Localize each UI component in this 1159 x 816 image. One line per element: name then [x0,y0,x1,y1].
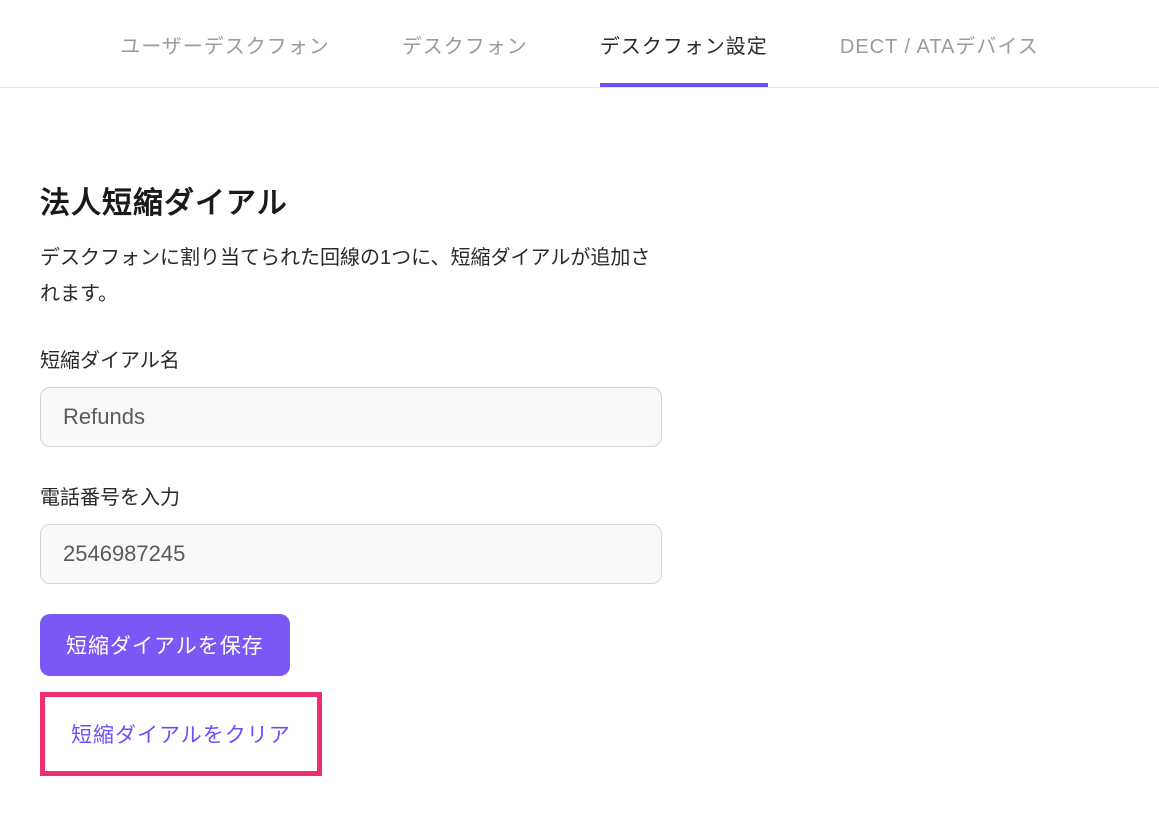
phone-number-input[interactable] [40,524,662,584]
section-description: デスクフォンに割り当てられた回線の1つに、短縮ダイアルが追加されます。 [40,240,660,312]
tab-dect-ata-devices[interactable]: DECT / ATAデバイス [840,0,1039,87]
phone-number-label: 電話番号を入力 [40,481,660,510]
tabs-bar: ユーザーデスクフォン デスクフォン デスクフォン設定 DECT / ATAデバイ… [0,0,1159,88]
speed-dial-name-label: 短縮ダイアル名 [40,344,660,373]
tab-deskphone[interactable]: デスクフォン [402,0,528,87]
clear-speed-dial-button[interactable]: 短縮ダイアルをクリア [55,711,307,757]
main-content: 法人短縮ダイアル デスクフォンに割り当てられた回線の1つに、短縮ダイアルが追加さ… [0,88,700,816]
tab-deskphone-settings[interactable]: デスクフォン設定 [600,0,768,87]
section-title: 法人短縮ダイアル [40,178,660,222]
speed-dial-name-input[interactable] [40,387,662,447]
clear-button-highlight: 短縮ダイアルをクリア [40,692,322,776]
tab-user-deskphone[interactable]: ユーザーデスクフォン [120,0,330,87]
save-speed-dial-button[interactable]: 短縮ダイアルを保存 [40,614,290,676]
